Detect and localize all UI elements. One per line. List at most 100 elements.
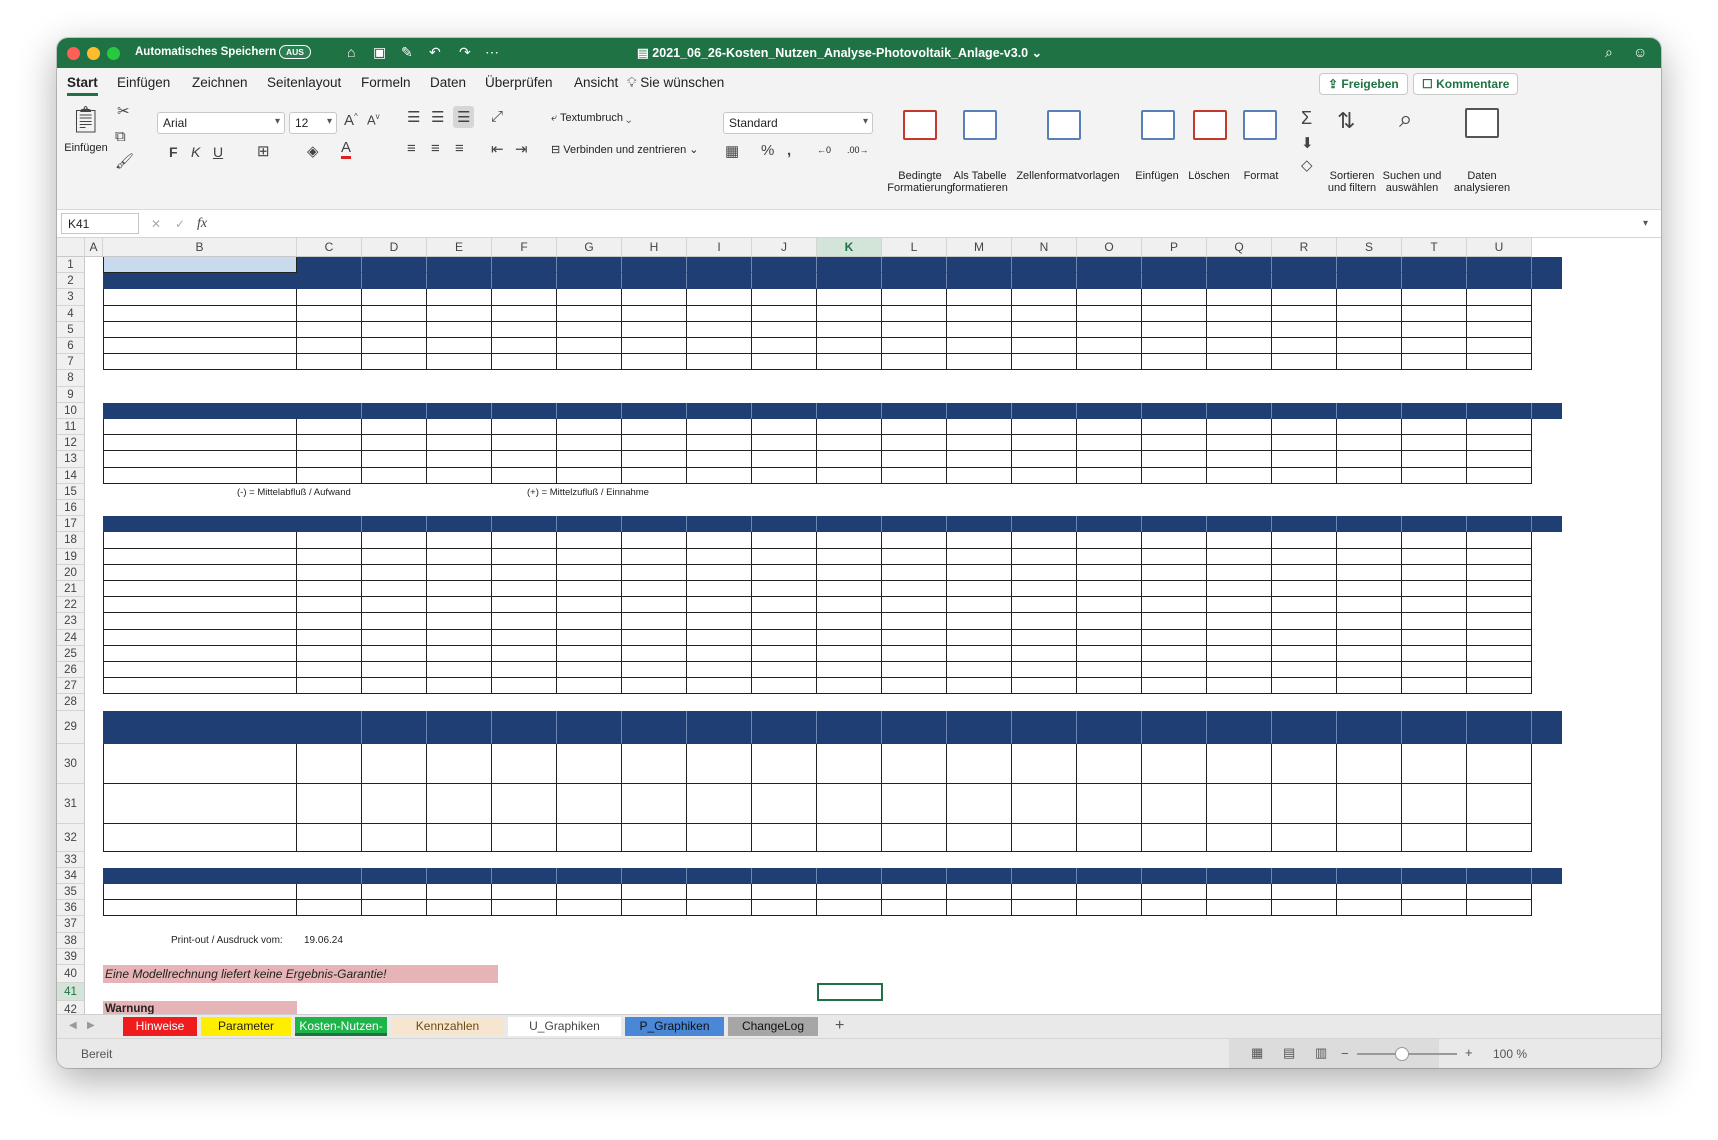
cost-benefit-cell[interactable] [622,662,687,679]
energy-cell[interactable] [622,305,687,322]
energy-cell[interactable] [557,289,622,306]
cashflow-cell[interactable] [297,467,362,484]
cancel-icon[interactable]: ✕ [151,218,161,230]
cost-benefit-cell[interactable] [622,564,687,581]
cashflow-cell[interactable] [1402,435,1467,452]
row-header-40[interactable]: 40 [57,965,85,983]
align-center-icon[interactable]: ≡ [431,140,440,157]
cost-benefit-cell[interactable] [1077,645,1142,662]
energy-cell[interactable] [1337,321,1402,338]
cost-benefit-cell[interactable] [362,629,427,646]
cost-benefit-cell[interactable] [1142,548,1207,565]
cost-benefit-cell[interactable] [882,532,947,549]
cost-benefit-cell[interactable] [1272,629,1337,646]
energy-cell[interactable] [492,321,557,338]
cost-benefit-cell[interactable] [752,629,817,646]
cost-benefit-cell[interactable] [947,581,1012,598]
cashflow-cell[interactable] [1467,419,1532,436]
cost-benefit-cell[interactable] [427,532,492,549]
orientation-icon[interactable]: ⤢ [491,108,503,125]
cashflow-cell[interactable] [297,451,362,468]
cashflow-cell[interactable] [622,435,687,452]
cost-benefit-cell[interactable] [427,548,492,565]
tax-yield-cell[interactable] [427,783,492,824]
cost-benefit-cell[interactable] [947,548,1012,565]
energy-cell[interactable] [947,305,1012,322]
column-header-N[interactable]: N [1012,238,1077,257]
energy-cell[interactable] [1272,338,1337,355]
cut-icon[interactable]: ✂ [117,102,130,120]
row-header-17[interactable]: 17 [57,516,85,533]
decrease-decimal-icon[interactable]: .00→ [847,144,869,156]
cost-benefit-cell[interactable] [1467,662,1532,679]
loan-cell[interactable] [687,884,752,901]
menu-zeichnen[interactable]: Zeichnen [192,75,248,90]
cashflow-cell[interactable] [1467,451,1532,468]
energy-cell[interactable] [557,354,622,371]
cost-benefit-cell[interactable] [1142,629,1207,646]
loan-cell[interactable] [1077,900,1142,917]
tax-yield-cell[interactable] [817,783,882,824]
cashflow-cell[interactable] [1207,435,1272,452]
cost-benefit-cell[interactable] [1337,629,1402,646]
cashflow-cell[interactable] [1272,419,1337,436]
cashflow-cell[interactable] [1142,435,1207,452]
cost-benefit-cell[interactable] [817,597,882,614]
cost-benefit-cell[interactable] [622,645,687,662]
loan-cell[interactable] [492,884,557,901]
autosave-toggle[interactable]: AUS [279,45,311,59]
cost-benefit-cell[interactable] [817,613,882,630]
cost-benefit-cell[interactable] [1402,597,1467,614]
cost-benefit-cell[interactable] [1207,662,1272,679]
cost-benefit-cell[interactable] [1012,629,1077,646]
cost-benefit-cell[interactable] [1207,564,1272,581]
format-painter-icon[interactable]: 🖌︎ [115,152,134,170]
cost-benefit-cell[interactable] [1467,532,1532,549]
accounting-format-icon[interactable]: ▦ [725,142,739,160]
tax-yield-cell[interactable] [687,743,752,784]
loan-cell[interactable] [427,900,492,917]
cashflow-cell[interactable] [362,435,427,452]
cost-benefit-cell[interactable] [1207,581,1272,598]
energy-cell[interactable] [1012,321,1077,338]
cost-benefit-cell[interactable] [1467,645,1532,662]
find-select-icon[interactable]: ⌕ [1399,106,1412,134]
row-header-1[interactable]: 1 [57,257,85,274]
loan-cell[interactable] [817,884,882,901]
loan-cell[interactable] [557,900,622,917]
cost-benefit-cell[interactable] [1077,613,1142,630]
cashflow-cell[interactable] [1142,451,1207,468]
cost-benefit-cell[interactable] [1077,629,1142,646]
energy-cell[interactable] [427,289,492,306]
tax-yield-cell[interactable] [557,823,622,852]
format-as-table-icon[interactable] [963,110,997,140]
energy-cell[interactable] [1207,321,1272,338]
comma-style-icon[interactable]: , [787,142,791,159]
cost-benefit-cell[interactable] [1077,678,1142,695]
cost-benefit-cell[interactable] [297,629,362,646]
cashflow-cell[interactable] [817,435,882,452]
cost-benefit-cell[interactable] [492,564,557,581]
save-as-icon[interactable]: ✎ [401,44,413,61]
cost-benefit-cell[interactable] [297,532,362,549]
cashflow-cell[interactable] [1467,467,1532,484]
row-header-36[interactable]: 36 [57,900,85,917]
tax-yield-cell[interactable] [297,743,362,784]
cost-benefit-cell[interactable] [1207,678,1272,695]
energy-cell[interactable] [492,354,557,371]
loan-cell[interactable] [622,884,687,901]
cashflow-cell[interactable] [947,419,1012,436]
cost-benefit-cell[interactable] [492,629,557,646]
energy-cell[interactable] [622,338,687,355]
cost-benefit-cell[interactable] [1077,581,1142,598]
column-header-Q[interactable]: Q [1207,238,1272,257]
cost-benefit-cell[interactable] [1012,548,1077,565]
tax-yield-cell[interactable] [362,783,427,824]
cost-benefit-cell[interactable] [297,597,362,614]
cost-benefit-cell[interactable] [492,662,557,679]
cost-benefit-cell[interactable] [297,678,362,695]
cost-benefit-cell[interactable] [1272,564,1337,581]
tax-yield-cell[interactable] [947,823,1012,852]
energy-cell[interactable] [1272,321,1337,338]
add-sheet-icon[interactable]: + [835,1018,844,1034]
